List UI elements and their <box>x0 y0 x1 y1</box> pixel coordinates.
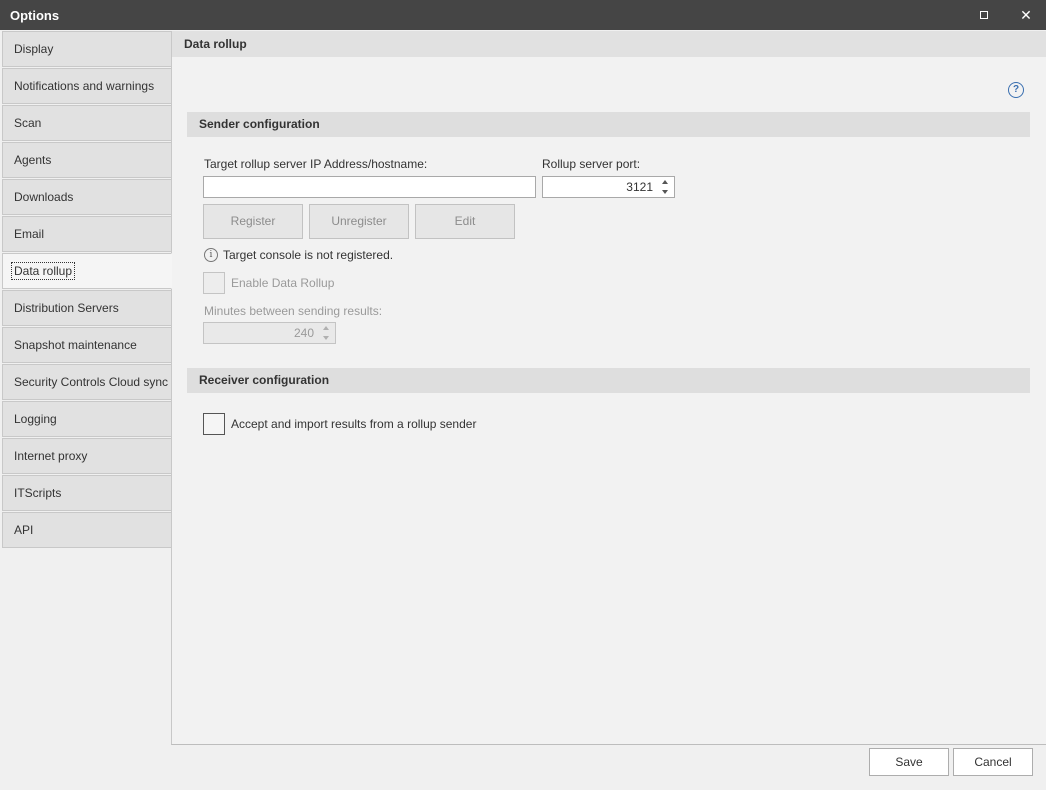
sidebar-item-email[interactable]: Email <box>2 216 172 252</box>
sidebar-item-notifications[interactable]: Notifications and warnings <box>2 68 172 104</box>
content-panel: Data rollup ? Sender configuration Targe… <box>171 31 1046 745</box>
sidebar-item-itscripts[interactable]: ITScripts <box>2 475 172 511</box>
sidebar-item-logging[interactable]: Logging <box>2 401 172 437</box>
chevron-down-icon[interactable] <box>662 190 668 194</box>
maximize-button[interactable] <box>962 0 1006 30</box>
sidebar-item-label: Email <box>14 227 45 241</box>
accept-results-checkbox[interactable] <box>203 413 225 435</box>
chevron-up-icon[interactable] <box>662 180 668 184</box>
sidebar-item-label: API <box>14 523 34 537</box>
receiver-config-heading: Receiver configuration <box>187 368 1030 393</box>
save-button[interactable]: Save <box>869 748 949 776</box>
minutes-stepper[interactable]: 240 <box>203 322 336 344</box>
maximize-icon <box>980 11 988 19</box>
enable-data-rollup-label: Enable Data Rollup <box>231 276 335 290</box>
enable-data-rollup-row: Enable Data Rollup <box>203 272 334 294</box>
edit-button[interactable]: Edit <box>415 204 515 239</box>
spin-arrows-icon[interactable] <box>322 325 332 341</box>
sidebar-item-label: Snapshot maintenance <box>14 338 137 352</box>
info-icon: i <box>204 248 218 262</box>
port-label: Rollup server port: <box>542 157 641 171</box>
options-sidebar: Display Notifications and warnings Scan … <box>2 31 172 549</box>
window-title: Options <box>10 8 60 23</box>
help-icon[interactable]: ? <box>1008 82 1024 98</box>
status-text: Target console is not registered. <box>223 248 394 262</box>
registration-status: i Target console is not registered. <box>204 247 393 263</box>
chevron-up-icon[interactable] <box>323 326 329 330</box>
sidebar-item-display[interactable]: Display <box>2 31 172 67</box>
register-button[interactable]: Register <box>203 204 303 239</box>
sidebar-item-label: Display <box>14 42 54 56</box>
page-title: Data rollup <box>172 31 1046 57</box>
accept-results-row: Accept and import results from a rollup … <box>203 413 476 435</box>
sidebar-item-label: Internet proxy <box>14 449 88 463</box>
sidebar-item-label: ITScripts <box>14 486 62 500</box>
sidebar-item-label: Notifications and warnings <box>14 79 155 93</box>
sidebar-item-label: Downloads <box>14 190 74 204</box>
enable-data-rollup-checkbox[interactable] <box>203 272 225 294</box>
sidebar-item-scan[interactable]: Scan <box>2 105 172 141</box>
sidebar-item-internet-proxy[interactable]: Internet proxy <box>2 438 172 474</box>
chevron-down-icon[interactable] <box>323 336 329 340</box>
sidebar-item-label: Agents <box>14 153 52 167</box>
close-button[interactable]: ✕ <box>1004 0 1046 30</box>
sidebar-item-label: Logging <box>14 412 57 426</box>
sidebar-item-api[interactable]: API <box>2 512 172 548</box>
minutes-value: 240 <box>293 326 314 340</box>
sidebar-item-data-rollup[interactable]: Data rollup <box>2 253 172 289</box>
sidebar-item-agents[interactable]: Agents <box>2 142 172 178</box>
target-server-label: Target rollup server IP Address/hostname… <box>204 157 428 171</box>
title-bar: Options ✕ <box>0 0 1046 30</box>
sidebar-item-label: Scan <box>14 116 42 130</box>
sidebar-item-downloads[interactable]: Downloads <box>2 179 172 215</box>
accept-results-label: Accept and import results from a rollup … <box>231 417 477 431</box>
target-server-input[interactable] <box>203 176 536 198</box>
sidebar-item-security-controls-cloud-sync[interactable]: Security Controls Cloud sync <box>2 364 172 400</box>
sidebar-item-label: Security Controls Cloud sync <box>14 375 169 389</box>
unregister-button[interactable]: Unregister <box>309 204 409 239</box>
sidebar-item-distribution-servers[interactable]: Distribution Servers <box>2 290 172 326</box>
sidebar-item-label: Data rollup <box>10 262 76 280</box>
minutes-label: Minutes between sending results: <box>204 304 383 318</box>
port-value: 3121 <box>626 180 653 194</box>
port-stepper[interactable]: 3121 <box>542 176 675 198</box>
cancel-button[interactable]: Cancel <box>953 748 1033 776</box>
sidebar-item-label: Distribution Servers <box>14 301 119 315</box>
sender-config-heading: Sender configuration <box>187 112 1030 137</box>
close-icon: ✕ <box>1020 7 1032 23</box>
sidebar-item-snapshot-maintenance[interactable]: Snapshot maintenance <box>2 327 172 363</box>
spin-arrows-icon[interactable] <box>661 179 671 195</box>
